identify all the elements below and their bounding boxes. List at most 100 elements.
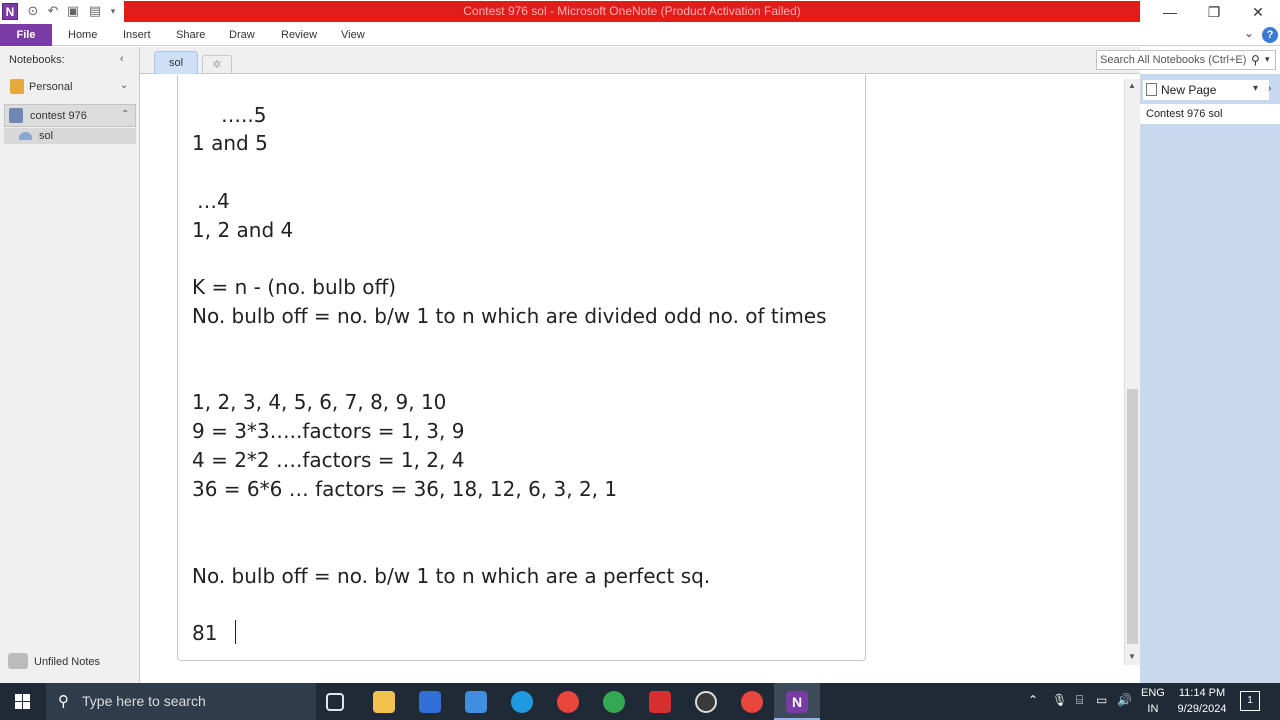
page-canvas[interactable]: …..5 1 and 5 …4 1, 2 and 4 K = n - (no. … [146, 75, 1126, 683]
chrome-icon[interactable] [557, 691, 579, 713]
scrollbar-thumb[interactable] [1127, 389, 1138, 644]
language-code: ENG [1141, 687, 1165, 699]
note-line[interactable]: 1, 2, 3, 4, 5, 6, 7, 8, 9, 10 [192, 390, 446, 414]
microsoft-store-icon[interactable] [419, 691, 441, 713]
section-tab-sol[interactable]: sol [154, 51, 198, 74]
notification-icon[interactable]: 1 [1240, 691, 1260, 711]
note-line[interactable]: 36 = 6*6 … factors = 36, 18, 12, 6, 3, 2… [192, 477, 617, 501]
page-list-pane: New Page ▾ › Contest 976 sol [1140, 74, 1280, 683]
back-icon[interactable]: ⊙ [24, 2, 42, 20]
notebooks-header: Notebooks: [9, 54, 65, 66]
collapse-nav-icon[interactable]: ‹ [120, 53, 124, 65]
scroll-up-icon[interactable]: ▲ [1128, 81, 1136, 90]
windows-logo-icon [15, 694, 30, 709]
volume-icon[interactable]: 🔊 [1117, 693, 1132, 707]
tab-view[interactable]: View [341, 24, 365, 46]
notebook-label: contest 976 [30, 110, 87, 122]
note-line[interactable]: …..5 [221, 103, 266, 127]
file-explorer-icon[interactable] [373, 691, 395, 713]
mail-icon[interactable] [465, 691, 487, 713]
clock-date: 9/29/2024 [1177, 703, 1227, 715]
new-page-icon [1146, 83, 1157, 96]
show-hidden-icons-icon[interactable]: ⌃ [1028, 693, 1038, 707]
taskbar: ⚲ Type here to search N ⌃ 🎙 ⌸ ▭ 🔊 ENG IN… [0, 683, 1280, 720]
restore-icon[interactable]: ❐ [1192, 0, 1236, 24]
unfiled-notes[interactable]: Unfiled Notes [6, 653, 136, 671]
unfiled-notes-icon [8, 653, 28, 669]
note-line[interactable]: 81 [192, 621, 217, 645]
note-line[interactable]: …4 [197, 189, 230, 213]
section-icon [19, 132, 32, 140]
expand-ribbon-icon[interactable]: ⌄ [1244, 26, 1254, 40]
note-line[interactable]: 1, 2 and 4 [192, 218, 293, 242]
search-scope-dropdown-icon[interactable]: ▾ [1265, 54, 1270, 65]
obs-icon[interactable] [695, 691, 717, 713]
new-page-label: New Page [1161, 83, 1217, 97]
system-clock[interactable]: 11:14 PM 9/29/2024 [1170, 685, 1234, 717]
section-tab-bar: sol ✲ [140, 47, 1140, 74]
start-button[interactable] [0, 683, 44, 720]
help-icon[interactable]: ? [1262, 27, 1278, 43]
window-title: Contest 976 sol - Microsoft OneNote (Pro… [124, 1, 1140, 22]
note-container[interactable]: …..5 1 and 5 …4 1, 2 and 4 K = n - (no. … [177, 75, 866, 661]
microphone-icon[interactable]: 🎙 [1052, 693, 1067, 707]
search-icon: ⚲ [58, 693, 69, 710]
tab-home[interactable]: Home [68, 24, 97, 46]
dock-icon[interactable]: ▣ [64, 2, 82, 20]
page-scrollbar[interactable]: ▲ ▼ [1124, 79, 1140, 665]
page-item-contest-976-sol[interactable]: Contest 976 sol [1140, 104, 1280, 124]
note-line[interactable]: 4 = 2*2 ….factors = 1, 2, 4 [192, 448, 464, 472]
tab-share[interactable]: Share [176, 24, 205, 46]
notebook-label: Personal [29, 81, 73, 93]
undo-icon[interactable]: ↶ [44, 2, 62, 20]
task-view-icon[interactable] [326, 693, 344, 711]
unfiled-notes-label: Unfiled Notes [34, 656, 101, 668]
close-icon[interactable]: ✕ [1236, 0, 1280, 24]
edge-icon[interactable] [511, 691, 533, 713]
title-bar: N ⊙ ↶ ▣ ▤ ▾ Contest 976 sol - Microsoft … [0, 0, 1280, 24]
language-indicator[interactable]: ENG IN [1141, 685, 1165, 717]
text-cursor [235, 620, 236, 644]
taskbar-search[interactable]: ⚲ Type here to search [46, 683, 316, 720]
notebook-icon [9, 108, 23, 123]
minimize-icon[interactable]: — [1148, 0, 1192, 24]
note-line[interactable]: 1 and 5 [192, 131, 268, 155]
tab-insert[interactable]: Insert [123, 24, 151, 46]
notebook-icon [10, 79, 24, 94]
search-placeholder: Search All Notebooks (Ctrl+E) [1100, 54, 1247, 66]
taskbar-search-placeholder: Type here to search [82, 693, 206, 709]
onenote-icon[interactable]: N [786, 691, 808, 713]
chrome-alt-icon[interactable] [741, 691, 763, 713]
new-page-button[interactable]: New Page ▾ [1143, 80, 1269, 100]
tab-file[interactable]: File [0, 24, 52, 46]
network-icon[interactable]: ⌸ [1076, 693, 1083, 708]
section-sol[interactable]: sol [4, 128, 136, 144]
search-icon[interactable]: ⚲ [1251, 53, 1260, 67]
chrome-profile-icon[interactable] [603, 691, 625, 713]
ribbon-tabs: File Home Insert Share Draw Review View … [0, 24, 1280, 46]
chevron-up-icon[interactable]: ⌃ [121, 109, 129, 120]
clock-time: 11:14 PM [1178, 687, 1226, 699]
tab-review[interactable]: Review [281, 24, 317, 46]
notebook-personal[interactable]: Personal ⌄ [4, 76, 136, 98]
section-label: sol [39, 130, 54, 142]
collapse-page-pane-icon[interactable]: › [1268, 83, 1271, 94]
chevron-down-icon[interactable]: ⌄ [120, 80, 128, 91]
note-line[interactable]: K = n - (no. bulb off) [192, 275, 396, 299]
tab-draw[interactable]: Draw [229, 24, 255, 46]
battery-icon[interactable]: ▭ [1096, 693, 1107, 707]
note-line[interactable]: 9 = 3*3…..factors = 1, 3, 9 [192, 419, 464, 443]
notebook-contest-976[interactable]: contest 976 ⌃ [4, 104, 136, 127]
new-section-icon[interactable]: ✲ [202, 55, 232, 74]
customize-qat-icon[interactable]: ▾ [106, 2, 120, 20]
search-box[interactable]: Search All Notebooks (Ctrl+E) ⚲ ▾ [1096, 50, 1276, 70]
note-line[interactable]: No. bulb off = no. b/w 1 to n which are … [192, 304, 827, 328]
active-app-highlight[interactable]: N [774, 683, 820, 720]
scroll-down-icon[interactable]: ▼ [1128, 652, 1136, 661]
notebook-navigation-pane: Notebooks: ‹ Personal ⌄ contest 976 ⌃ so… [0, 47, 140, 683]
full-page-icon[interactable]: ▤ [86, 2, 104, 20]
onenote-app-icon[interactable]: N [2, 3, 18, 20]
new-page-dropdown-icon[interactable]: ▾ [1253, 83, 1258, 94]
colorful-app-icon[interactable] [649, 691, 671, 713]
note-line[interactable]: No. bulb off = no. b/w 1 to n which are … [192, 564, 710, 588]
